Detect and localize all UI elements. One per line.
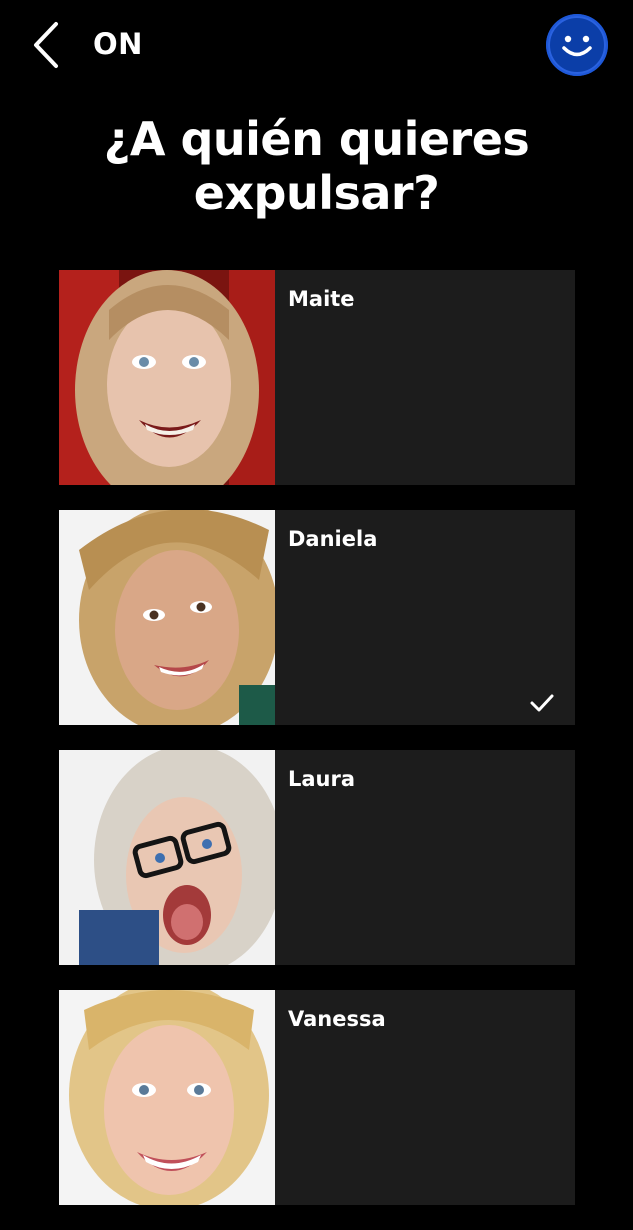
back-button[interactable]: [22, 18, 70, 74]
selected-check-icon: [529, 693, 555, 713]
page-title: ¿A quién quieres expulsar?: [103, 112, 530, 220]
candidate-list: Maite Daniela Laura Vanessa: [59, 270, 575, 1230]
candidate-card-laura[interactable]: Laura: [59, 750, 575, 965]
candidate-name: Maite: [288, 287, 355, 311]
candidate-name: Daniela: [288, 527, 378, 551]
profile-button[interactable]: [546, 14, 608, 76]
candidate-photo: [59, 750, 275, 965]
brand-logo: ON: [93, 27, 143, 61]
candidate-card-maite[interactable]: Maite: [59, 270, 575, 485]
candidate-name: Vanessa: [288, 1007, 386, 1031]
top-bar: ON: [0, 0, 633, 92]
candidate-name: Laura: [288, 767, 356, 791]
candidate-photo: [59, 270, 275, 485]
candidate-photo: [59, 510, 275, 725]
smiley-icon: [546, 14, 608, 76]
candidate-card-daniela[interactable]: Daniela: [59, 510, 575, 725]
chevron-left-icon: [22, 18, 70, 74]
candidate-photo: [59, 990, 275, 1205]
candidate-card-vanessa[interactable]: Vanessa: [59, 990, 575, 1205]
